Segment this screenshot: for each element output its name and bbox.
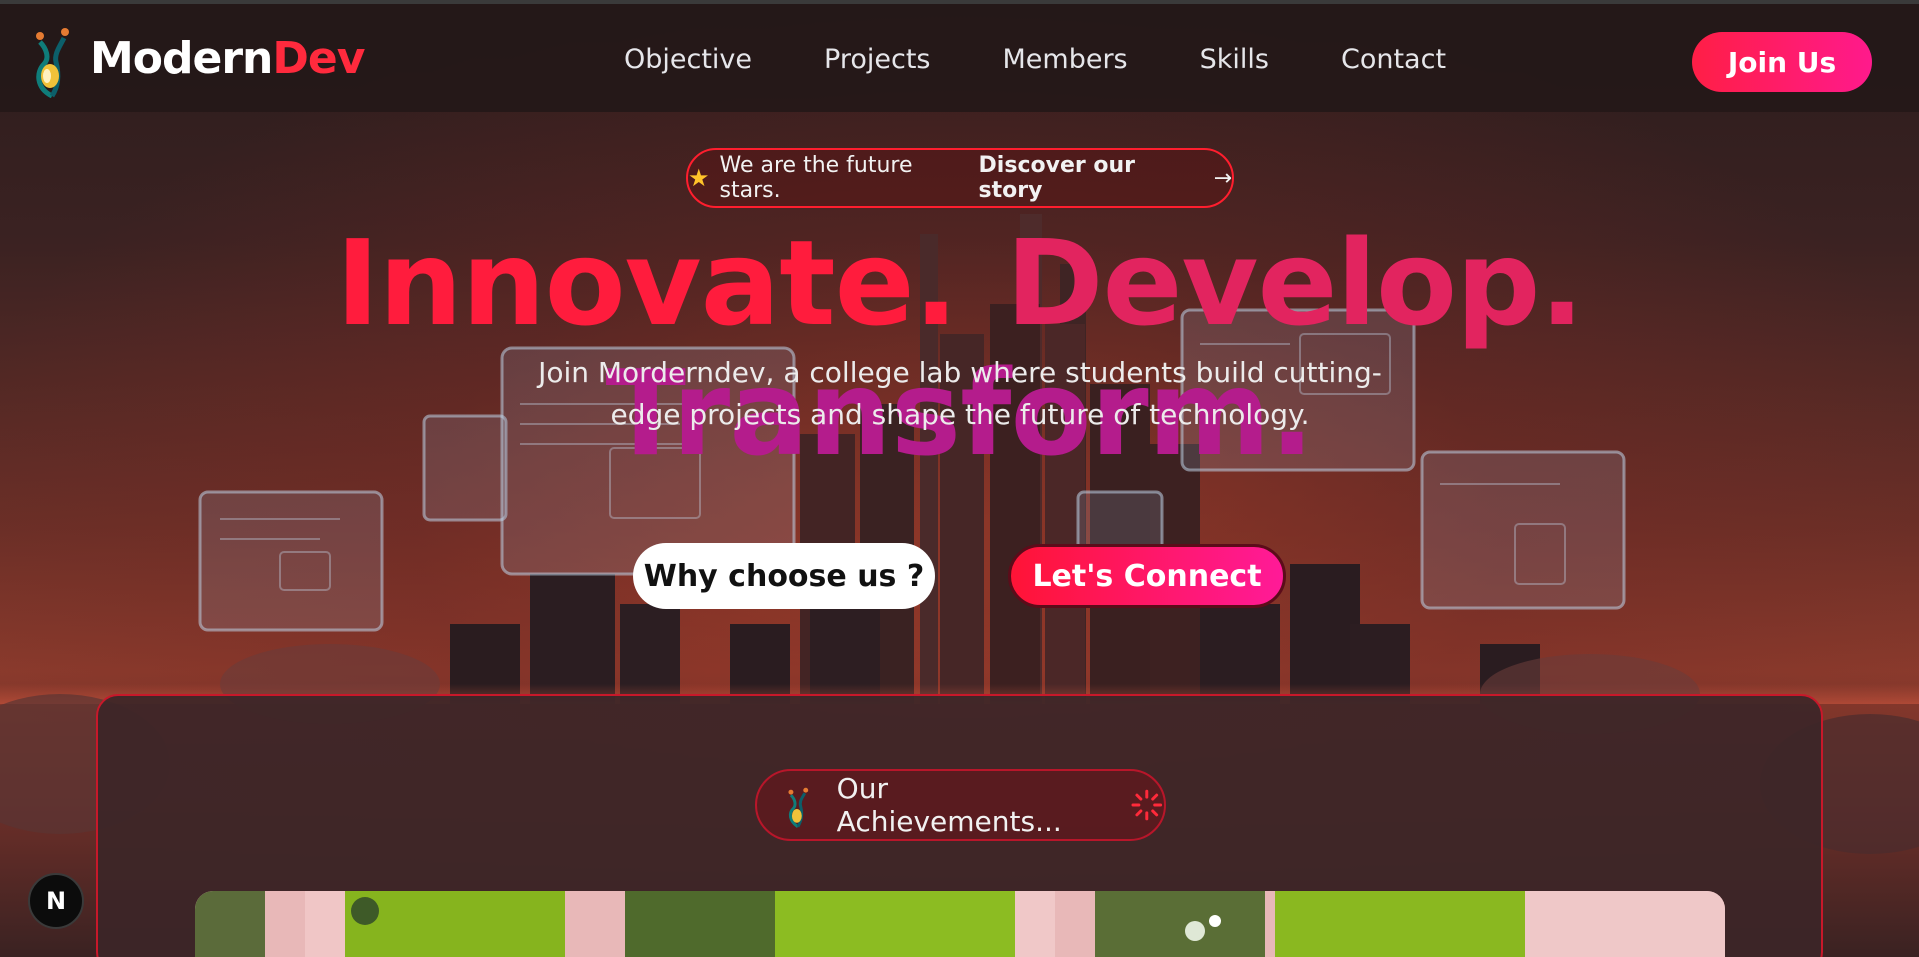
sprout-logo-icon — [36, 28, 69, 98]
announcement-link-text: Discover our story — [978, 153, 1135, 203]
nextjs-logo-icon: N — [45, 887, 67, 915]
nav-link-contact[interactable]: Contact — [1341, 44, 1446, 75]
headline-word-innovate: Innovate. — [335, 214, 959, 352]
star-icon: ★ — [688, 164, 710, 192]
nav-link-skills[interactable]: Skills — [1200, 44, 1269, 75]
achievements-label: Our Achievements... — [836, 772, 1062, 838]
nextjs-dev-badge[interactable]: N — [28, 873, 84, 929]
hero-subtitle: Join Morderndev, a college lab where stu… — [538, 356, 1382, 431]
nav-link-projects[interactable]: Projects — [824, 44, 930, 75]
achievement-photo — [195, 891, 1725, 957]
lets-connect-button[interactable]: Let's Connect — [1008, 544, 1286, 608]
hero-headline: Innovate. Develop. Transform. — [0, 218, 1919, 478]
announcement-text: We are the future stars. — [719, 153, 913, 203]
loading-spinner-icon — [1131, 789, 1163, 821]
nav-link-objective[interactable]: Objective — [624, 44, 752, 75]
headline-word-develop: Develop. — [1005, 214, 1585, 352]
sprout-logo-icon — [788, 787, 809, 828]
main-nav-links: Objective Projects Members Skills Contac… — [624, 44, 1446, 75]
achievements-heading-pill: Our Achievements... — [755, 769, 1166, 841]
join-us-button[interactable]: Join Us — [1692, 32, 1872, 92]
brand-name-part2: Dev — [272, 32, 365, 84]
why-choose-us-button[interactable]: Why choose us ? — [633, 543, 935, 609]
nav-link-members[interactable]: Members — [1002, 44, 1127, 75]
brand-name-part1: Modern — [90, 32, 273, 84]
top-navbar: ModernDev Objective Projects Members Ski… — [0, 4, 1919, 112]
brand-logo-link[interactable]: ModernDev — [30, 18, 365, 98]
announcement-pill-link[interactable]: ★ We are the future stars. Discover our … — [686, 148, 1234, 208]
arrow-right-icon: → — [1213, 165, 1232, 191]
brand-name: ModernDev — [90, 32, 365, 84]
